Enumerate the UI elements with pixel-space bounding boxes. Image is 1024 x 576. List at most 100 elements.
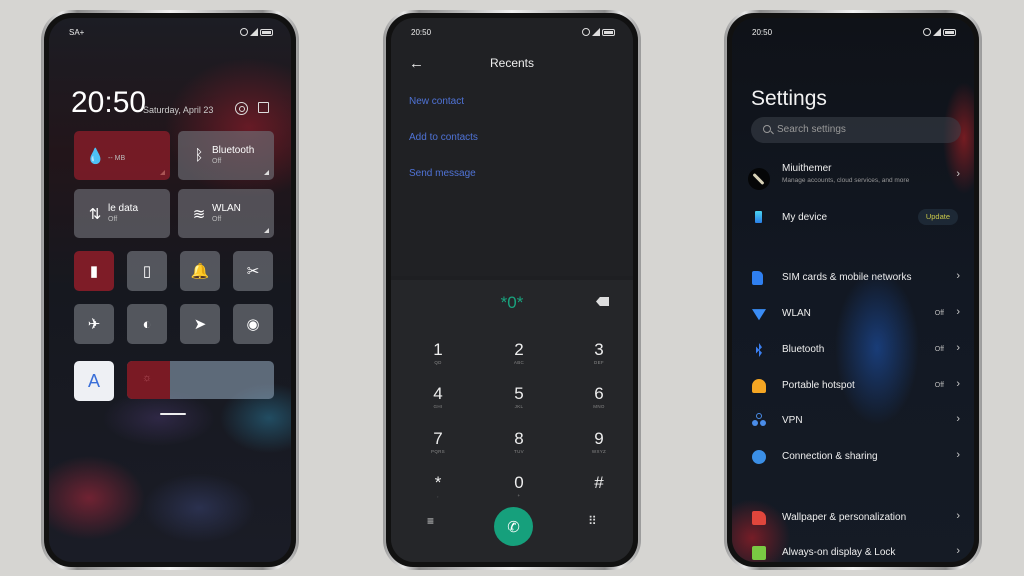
key-letters: JKL: [514, 404, 524, 409]
expand-corner-icon[interactable]: [264, 170, 269, 175]
vibrate-icon: ▮: [89, 263, 99, 280]
tile-sub: Off: [108, 216, 118, 223]
connection-icon: [752, 450, 766, 464]
signal-icon: [933, 28, 941, 36]
tile-reading-mode[interactable]: ◉: [233, 304, 273, 344]
key-digit: 1: [433, 340, 443, 359]
tile-sub: -- MB: [108, 155, 126, 162]
tile-wlan[interactable]: ≋ WLAN Off: [178, 189, 274, 238]
phone-bezel: 20:50 Settings Search settings Miuitheme…: [727, 13, 979, 567]
tile-mobile-data[interactable]: ⇅ le data Off: [74, 189, 170, 238]
key-letters: ABC: [513, 360, 525, 365]
status-bar: SA+: [69, 27, 273, 37]
key-digit: 6: [594, 384, 604, 403]
my-device-row[interactable]: My device Update: [732, 205, 974, 231]
tile-ring[interactable]: 🔔: [180, 251, 220, 291]
phone-bezel: SA+ 20:50 Saturday, April 23 💧 -- MB ᛒ B…: [44, 13, 296, 567]
airplane-icon: ✈: [87, 316, 101, 333]
settings-row-wlan[interactable]: WLAN Off ›: [732, 301, 974, 327]
bluetooth-icon: [756, 343, 762, 357]
key-0[interactable]: 0 +: [489, 473, 549, 499]
new-contact-link[interactable]: New contact: [409, 96, 464, 107]
key-7[interactable]: 7 PQRS: [408, 429, 468, 455]
key-4[interactable]: 4 GHI: [408, 384, 468, 410]
edit-icon[interactable]: [258, 102, 269, 113]
expand-corner-icon[interactable]: [264, 228, 269, 233]
add-to-contacts-link[interactable]: Add to contacts: [409, 132, 478, 143]
tile-data-usage[interactable]: 💧 -- MB: [74, 131, 170, 180]
key-9[interactable]: 9 WXYZ: [569, 429, 629, 455]
account-row[interactable]: Miuithemer Manage accounts, cloud servic…: [732, 158, 974, 192]
signal-icon: [592, 28, 600, 36]
settings-row-connection-sharing[interactable]: Connection & sharing ›: [732, 444, 974, 470]
phone-device-icon: [755, 211, 762, 223]
key-1[interactable]: 1 QD: [408, 340, 468, 366]
key-hash[interactable]: #: [569, 473, 629, 493]
settings-row-portable-hotspot[interactable]: Portable hotspot Off ›: [732, 373, 974, 399]
row-label: SIM cards & mobile networks: [782, 272, 912, 283]
tile-dark-mode[interactable]: ◐: [127, 304, 167, 344]
key-letters: ,: [437, 493, 439, 498]
key-letters: QD: [434, 360, 442, 365]
clock-time: 20:50: [71, 86, 147, 119]
tile-vibrate[interactable]: ▮: [74, 251, 114, 291]
chevron-right-icon: ›: [956, 378, 960, 390]
row-label: Wallpaper & personalization: [782, 512, 907, 523]
vpn-icon: [756, 413, 762, 419]
eye-icon: ◉: [246, 316, 260, 333]
key-2[interactable]: 2 ABC: [489, 340, 549, 366]
key-8[interactable]: 8 TUV: [489, 429, 549, 455]
chevron-right-icon: ›: [956, 545, 960, 557]
phone-icon: ✆: [507, 518, 520, 536]
tile-bluetooth[interactable]: ᛒ Bluetooth Off: [178, 131, 274, 180]
carrier-label: SA+: [69, 27, 85, 37]
phone-control-center: SA+ 20:50 Saturday, April 23 💧 -- MB ᛒ B…: [41, 10, 299, 570]
key-star[interactable]: *,: [408, 473, 468, 499]
keypad-toggle-icon[interactable]: ⠿: [588, 514, 597, 528]
alarm-icon: [240, 28, 248, 36]
settings-row-sim-cards-mobile-networks[interactable]: SIM cards & mobile networks ›: [732, 265, 974, 291]
wifi-icon: [752, 309, 766, 321]
key-3[interactable]: 3 DEF: [569, 340, 629, 366]
menu-icon[interactable]: ≡: [427, 514, 434, 528]
screenshot-icon: ✂: [246, 263, 260, 280]
tile-label: Bluetooth: [212, 145, 255, 156]
sim-card-icon: [752, 271, 763, 285]
tile-airplane[interactable]: ✈: [74, 304, 114, 344]
expand-corner-icon[interactable]: [160, 170, 165, 175]
chevron-right-icon: ›: [956, 449, 960, 461]
mobile-data-icon: ⇅: [88, 206, 102, 223]
sun-icon: ☼: [142, 372, 153, 384]
key-letters: TUV: [514, 449, 524, 454]
chevron-right-icon: ›: [956, 168, 960, 180]
settings-row-bluetooth[interactable]: Bluetooth Off ›: [732, 337, 974, 363]
tile-flashlight[interactable]: ▯: [127, 251, 167, 291]
status-time: 20:50: [752, 27, 773, 37]
hotspot-icon: [752, 379, 766, 393]
call-button[interactable]: ✆: [494, 507, 533, 546]
settings-row-vpn[interactable]: VPN ›: [732, 408, 974, 434]
settings-row-always-on-display-lock[interactable]: Always-on display & Lock ›: [732, 540, 974, 562]
dark-mode-icon: ◐: [142, 315, 152, 333]
key-letters: MNO: [593, 404, 605, 409]
search-input[interactable]: Search settings: [751, 117, 961, 143]
tile-screenshot[interactable]: ✂: [233, 251, 273, 291]
tile-location[interactable]: ➤: [180, 304, 220, 344]
control-center-screen: SA+ 20:50 Saturday, April 23 💧 -- MB ᛒ B…: [49, 18, 291, 562]
settings-row-wallpaper-personalization[interactable]: Wallpaper & personalization ›: [732, 505, 974, 531]
row-label: Always-on display & Lock: [782, 547, 896, 558]
row-status: Off: [934, 346, 944, 353]
search-placeholder: Search settings: [777, 124, 846, 135]
brightness-slider[interactable]: ☼: [127, 361, 274, 399]
water-drop-icon: 💧: [86, 148, 105, 165]
key-5[interactable]: 5 JKL: [489, 384, 549, 410]
row-status: Off: [934, 382, 944, 389]
phone-settings: 20:50 Settings Search settings Miuitheme…: [724, 10, 982, 570]
key-6[interactable]: 6 MNO: [569, 384, 629, 410]
send-message-link[interactable]: Send message: [409, 168, 476, 179]
update-badge[interactable]: Update: [917, 209, 958, 225]
gear-icon[interactable]: [235, 102, 248, 115]
battery-icon: [602, 28, 615, 36]
auto-brightness-toggle[interactable]: A: [74, 361, 114, 401]
home-indicator[interactable]: [160, 413, 186, 415]
